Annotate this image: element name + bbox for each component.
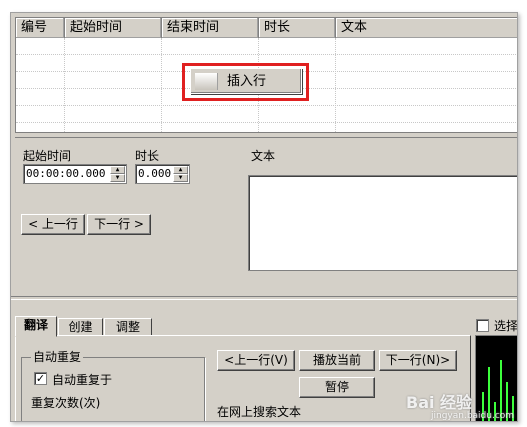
stepper-down-icon[interactable]: ▼: [173, 174, 188, 182]
column-text[interactable]: 文本: [336, 18, 517, 38]
annotation-highlight-box: [182, 63, 309, 101]
next-row-button[interactable]: 下一行 >: [87, 214, 151, 235]
duration-stepper[interactable]: ▲ ▼: [173, 166, 188, 182]
column-divider: [335, 38, 336, 132]
column-duration[interactable]: 时长: [259, 18, 336, 38]
list-header: 编号 起始时间 结束时间 时长 文本: [16, 18, 517, 38]
waveform-view[interactable]: [475, 335, 517, 421]
prev-line-button[interactable]: <上一行(V): [217, 350, 295, 371]
stepper-up-icon[interactable]: ▲: [173, 166, 188, 174]
duration-value: 0.000: [138, 167, 172, 180]
auto-repeat-checkbox[interactable]: ✓: [34, 372, 47, 385]
start-time-label: 起始时间: [23, 149, 72, 163]
tab-adjust[interactable]: 调整: [104, 318, 152, 336]
duration-field[interactable]: 0.000 ▲ ▼: [135, 164, 190, 184]
auto-repeat-checkbox-label: 自动重复于: [52, 373, 113, 387]
tab-translate[interactable]: 翻译: [15, 316, 57, 337]
column-start-time[interactable]: 起始时间: [65, 18, 162, 38]
select-checkbox-label: 选择: [494, 319, 518, 333]
watermark-url: jingyan.baidu.com: [431, 411, 515, 421]
table-row[interactable]: [16, 106, 517, 123]
search-online-label: 在网上搜索文本: [217, 405, 302, 419]
stepper-up-icon[interactable]: ▲: [110, 166, 125, 174]
prev-row-button[interactable]: < 上一行: [21, 214, 85, 235]
subtitle-text-area[interactable]: [248, 175, 517, 271]
subtitle-list[interactable]: 编号 起始时间 结束时间 时长 文本 插入行: [15, 17, 517, 133]
subtitle-editor-window: 编号 起始时间 结束时间 时长 文本 插入行 起始时间 00:00:00.000…: [10, 12, 518, 422]
repeat-count-label: 重复次数(次): [31, 396, 101, 410]
auto-repeat-group-title: 自动重复: [31, 348, 84, 365]
start-time-value: 00:00:00.000: [26, 167, 106, 180]
stepper-down-icon[interactable]: ▼: [110, 174, 125, 182]
duration-label: 时长: [135, 149, 160, 163]
column-end-time[interactable]: 结束时间: [162, 18, 259, 38]
watermark-logo: Bai 经验: [406, 393, 473, 412]
auto-repeat-group: [21, 357, 205, 421]
start-time-stepper[interactable]: ▲ ▼: [110, 166, 125, 182]
play-current-button[interactable]: 播放当前: [299, 350, 375, 371]
panel-splitter[interactable]: [11, 296, 517, 300]
next-line-button[interactable]: 下一行(N)>: [379, 350, 457, 371]
column-divider: [161, 38, 162, 132]
tab-create[interactable]: 创建: [58, 318, 103, 336]
table-row[interactable]: [16, 38, 517, 55]
pause-button[interactable]: 暂停: [299, 377, 375, 398]
start-time-field[interactable]: 00:00:00.000 ▲ ▼: [23, 164, 127, 184]
text-label: 文本: [251, 149, 276, 163]
column-divider: [64, 38, 65, 132]
column-number[interactable]: 编号: [16, 18, 65, 38]
editor-panel: 起始时间 00:00:00.000 ▲ ▼ 时长 0.000 ▲ ▼ 文本 < …: [15, 137, 517, 271]
select-checkbox[interactable]: [476, 319, 489, 332]
